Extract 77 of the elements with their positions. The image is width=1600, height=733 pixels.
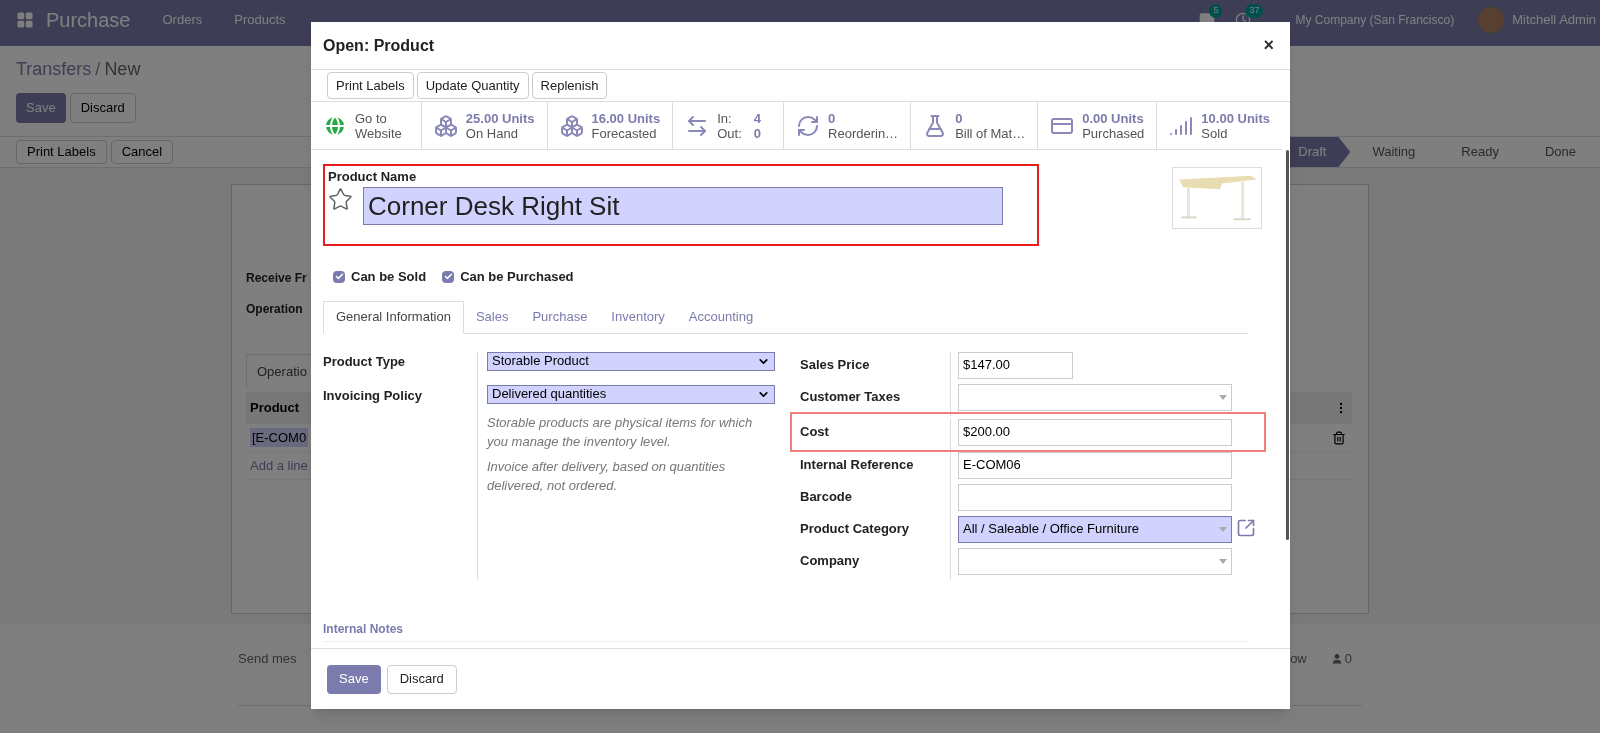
help-text: Storable products are physical items for which you manage the inventory level. [487, 413, 754, 451]
select-field[interactable]: Storable Product [487, 351, 775, 371]
checkbox-label: Can be Purchased [460, 268, 574, 286]
menu-item[interactable]: Orders [162, 6, 203, 34]
save-button[interactable]: Save [327, 664, 381, 694]
close-button[interactable]: × [1259, 32, 1278, 59]
add-line-link[interactable]: Add a line [250, 455, 308, 476]
caret-icon [1219, 394, 1227, 400]
stat-button[interactable]: 0 Bill of Mat… [911, 102, 1039, 149]
dropdown-field[interactable] [958, 383, 1232, 411]
action-button[interactable]: Replenish [531, 72, 608, 99]
text-field[interactable]: E-COM06 [958, 451, 1232, 479]
discard-button[interactable]: Discard [69, 93, 136, 123]
save-button[interactable]: Save [16, 93, 66, 123]
checkbox-label: Can be Sold [351, 268, 427, 286]
action-button[interactable]: Print Labels [327, 72, 414, 99]
table-cell[interactable]: [E-COM0 [250, 427, 309, 448]
menu-item[interactable]: Products [234, 6, 286, 34]
field-label: Customer Taxes [800, 387, 902, 406]
breadcrumb-separator: / [95, 59, 101, 79]
stat-button[interactable]: 0.00 Units Purchased [1038, 102, 1158, 149]
field-label: Product Name [328, 169, 418, 185]
star-icon[interactable] [328, 187, 353, 212]
column-header: Product [250, 399, 300, 418]
stat-button[interactable]: In: 4 Out: 0 [673, 102, 785, 149]
field-label: Product Type [323, 352, 407, 371]
field-label: Cost [800, 422, 830, 441]
select-field[interactable]: Delivered quantities [487, 384, 775, 404]
avatar [1478, 7, 1505, 33]
action-button[interactable]: Print Labels [16, 140, 107, 164]
field-label: Receive Fr [246, 270, 306, 287]
stat-button[interactable]: 25.00 Units On Hand [421, 102, 548, 149]
text-field[interactable]: $200.00 [958, 418, 1232, 446]
dropdown-field[interactable]: All / Saleable / Office Furniture [958, 515, 1232, 543]
tab[interactable]: Sales [463, 300, 521, 334]
tab[interactable]: Inventory [599, 300, 677, 334]
checkbox[interactable] [333, 270, 345, 283]
field-label: Sales Price [800, 355, 871, 374]
discard-button[interactable]: Discard [386, 664, 457, 694]
name-field[interactable]: Corner Desk Right Sit [363, 187, 1003, 225]
action-button[interactable]: Cancel [110, 140, 174, 164]
send-message-link[interactable]: Send mes [238, 648, 297, 669]
trash-icon[interactable] [1332, 430, 1346, 445]
field-label: Invoicing Policy [323, 387, 423, 405]
section-title: Internal Notes [323, 621, 403, 636]
breadcrumb-current: New [104, 59, 141, 79]
field-label: Operation [246, 301, 304, 318]
help-text: Invoice after delivery, based on quantities delivered, not ordered. [487, 457, 727, 495]
dropdown-field[interactable] [958, 547, 1232, 575]
field-label: Barcode [800, 487, 854, 506]
field-label: Product Category [800, 519, 911, 538]
stat-button[interactable]: 16.00 Units Forecasted [547, 102, 674, 149]
checkbox[interactable] [442, 270, 455, 283]
cubes-icon [559, 113, 584, 138]
action-button[interactable]: Update Quantity [416, 72, 529, 99]
company-switcher[interactable]: My Company (San Francisco) [1295, 11, 1455, 29]
followers-icon[interactable] [1330, 652, 1343, 665]
tab[interactable]: Accounting [676, 300, 766, 334]
text-field[interactable]: $147.00 [958, 351, 1073, 379]
refresh-icon [796, 113, 821, 138]
count-badge: 5 [1209, 4, 1223, 18]
stat-button[interactable]: Go to Website [311, 102, 422, 149]
scrollbar[interactable] [1286, 150, 1289, 540]
caret-icon [1219, 558, 1227, 564]
tab[interactable]: Purchase [520, 300, 600, 334]
text-field[interactable] [958, 483, 1232, 511]
cubes-icon [433, 113, 458, 138]
count-badge: 37 [1245, 4, 1264, 18]
caret-icon [1219, 526, 1227, 532]
field-label: Internal Reference [800, 455, 915, 474]
external-link-icon[interactable] [1236, 517, 1256, 538]
dialog-title: Open: Product [323, 35, 435, 56]
apps-menu-icon[interactable] [16, 11, 34, 29]
stat-button[interactable]: 0 Reorderin… [784, 102, 912, 149]
tab[interactable]: General Information [323, 300, 464, 334]
followers-count: 0 [1344, 649, 1352, 668]
field-label: Company [800, 551, 861, 570]
